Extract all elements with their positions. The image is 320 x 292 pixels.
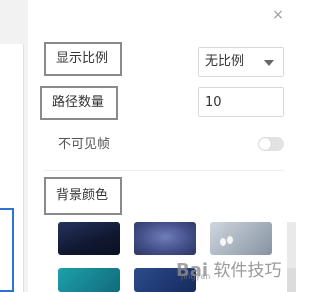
bg-swatch-dark-navy[interactable] [58, 222, 120, 255]
path-count-label: 路径数量 [40, 86, 119, 120]
watermark: Bai 软件技巧 jingyan [176, 258, 296, 284]
ratio-label: 显示比例 [44, 42, 123, 76]
ratio-select[interactable]: 无比例 [198, 47, 284, 77]
chevron-down-icon [264, 60, 274, 66]
section-divider [44, 170, 284, 171]
path-count-input[interactable] [198, 87, 284, 117]
selected-thumbnail[interactable] [0, 208, 14, 292]
bokeh-dots-icon [220, 236, 236, 246]
bg-swatch-silver-gray[interactable] [210, 222, 272, 255]
invisible-frame-toggle[interactable] [258, 137, 284, 151]
ratio-select-value: 无比例 [205, 54, 245, 69]
left-pane [0, 0, 28, 292]
close-icon[interactable]: × [271, 8, 285, 22]
bg-swatch-teal[interactable] [58, 268, 120, 292]
watermark-small-text: jingyan [181, 272, 211, 281]
invisible-frame-label: 不可见帧 [58, 137, 111, 152]
watermark-text: 软件技巧 [213, 261, 282, 281]
background-color-label: 背景颜色 [44, 177, 123, 215]
bg-swatch-indigo-glow[interactable] [134, 222, 196, 255]
toggle-knob [259, 138, 271, 150]
